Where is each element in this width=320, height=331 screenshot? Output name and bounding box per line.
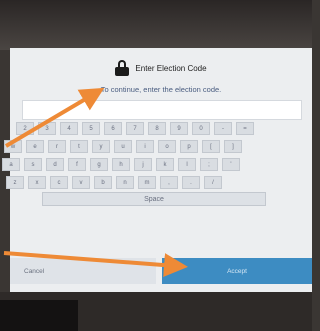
arrow-to-instruction — [4, 87, 105, 148]
annotation-arrows — [3, 87, 188, 278]
arrow-to-accept — [3, 251, 188, 278]
